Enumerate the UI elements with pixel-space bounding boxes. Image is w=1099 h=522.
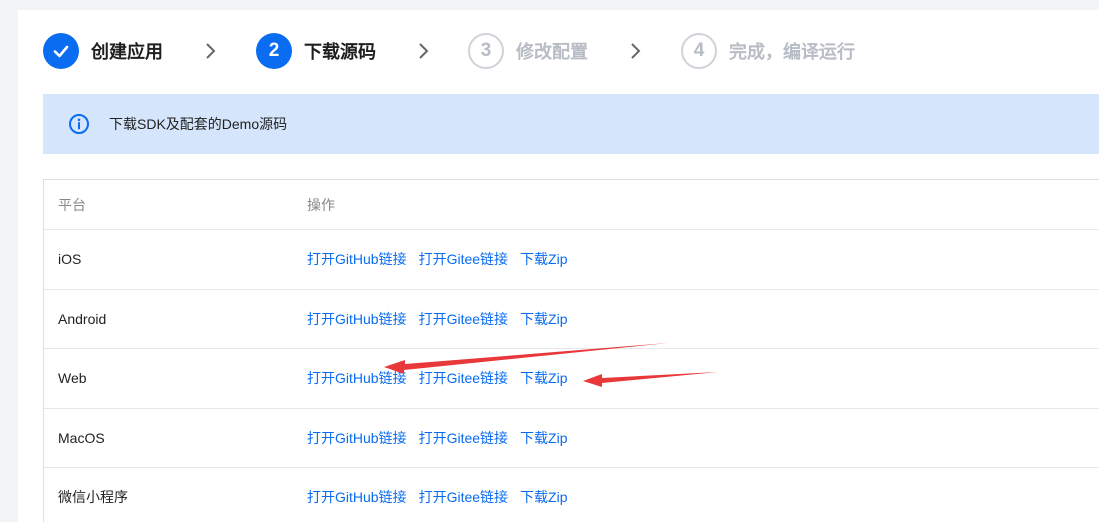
download-zip-link[interactable]: 下载Zip (520, 428, 567, 448)
gitee-link[interactable]: 打开Gitee链接 (419, 249, 508, 269)
github-link[interactable]: 打开GitHub链接 (307, 487, 407, 507)
platform-name: Web (58, 370, 87, 387)
step-label: 下载源码 (304, 42, 376, 62)
github-link[interactable]: 打开GitHub链接 (307, 309, 407, 329)
gitee-link[interactable]: 打开Gitee链接 (419, 487, 508, 507)
chevron-right-icon (206, 43, 216, 59)
step-number: 2 (256, 33, 292, 69)
header-platform: 平台 (58, 196, 86, 213)
platform-name: 微信小程序 (58, 489, 128, 506)
step-number: 3 (468, 33, 504, 69)
download-zip-link[interactable]: 下载Zip (520, 309, 567, 329)
chevron-right-icon (631, 43, 641, 59)
checkmark-icon (43, 33, 79, 69)
step-download-source[interactable]: 2 下载源码 (256, 32, 376, 70)
step-number: 4 (681, 33, 717, 69)
table-row: Web 打开GitHub链接 打开Gitee链接 下载Zip (44, 349, 1099, 409)
action-links: 打开GitHub链接 打开Gitee链接 下载Zip (307, 487, 580, 507)
github-link[interactable]: 打开GitHub链接 (307, 428, 407, 448)
step-modify-config[interactable]: 3 修改配置 (468, 32, 588, 70)
action-links: 打开GitHub链接 打开Gitee链接 下载Zip (307, 428, 580, 448)
github-link[interactable]: 打开GitHub链接 (307, 368, 407, 388)
platform-name: MacOS (58, 429, 105, 446)
platform-name: iOS (58, 251, 82, 268)
info-banner: 下载SDK及配套的Demo源码 (43, 94, 1099, 154)
table-header: 平台 操作 (44, 180, 1099, 230)
step-compile-run[interactable]: 4 完成，编译运行 (681, 32, 855, 70)
step-label: 创建应用 (91, 42, 163, 62)
table-row: 微信小程序 打开GitHub链接 打开Gitee链接 下载Zip (44, 468, 1099, 522)
step-label: 修改配置 (516, 42, 588, 62)
download-zip-link[interactable]: 下载Zip (520, 249, 567, 269)
gitee-link[interactable]: 打开Gitee链接 (419, 309, 508, 329)
chevron-right-icon (419, 43, 429, 59)
action-links: 打开GitHub链接 打开Gitee链接 下载Zip (307, 309, 580, 329)
platform-name: Android (58, 310, 107, 327)
gitee-link[interactable]: 打开Gitee链接 (419, 368, 508, 388)
download-zip-link[interactable]: 下载Zip (520, 368, 567, 388)
action-links: 打开GitHub链接 打开Gitee链接 下载Zip (307, 368, 580, 388)
table-row: Android 打开GitHub链接 打开Gitee链接 下载Zip (44, 290, 1099, 349)
table-row: iOS 打开GitHub链接 打开Gitee链接 下载Zip (44, 230, 1099, 290)
table-row: MacOS 打开GitHub链接 打开Gitee链接 下载Zip (44, 409, 1099, 468)
platform-table: 平台 操作 iOS 打开GitHub链接 打开Gitee链接 下载Zip Android… (43, 179, 1099, 522)
github-link[interactable]: 打开GitHub链接 (307, 249, 407, 269)
step-label: 完成，编译运行 (729, 42, 855, 62)
gitee-link[interactable]: 打开Gitee链接 (419, 428, 508, 448)
action-links: 打开GitHub链接 打开Gitee链接 下载Zip (307, 249, 580, 269)
main-panel: 创建应用 2 下载源码 3 修改配置 4 完成，编译运行 下载SDK及配套的De… (18, 10, 1099, 522)
header-action: 操作 (307, 196, 335, 213)
download-zip-link[interactable]: 下载Zip (520, 487, 567, 507)
banner-text: 下载SDK及配套的Demo源码 (109, 116, 288, 132)
step-create-app[interactable]: 创建应用 (43, 32, 163, 70)
info-icon (69, 114, 89, 134)
